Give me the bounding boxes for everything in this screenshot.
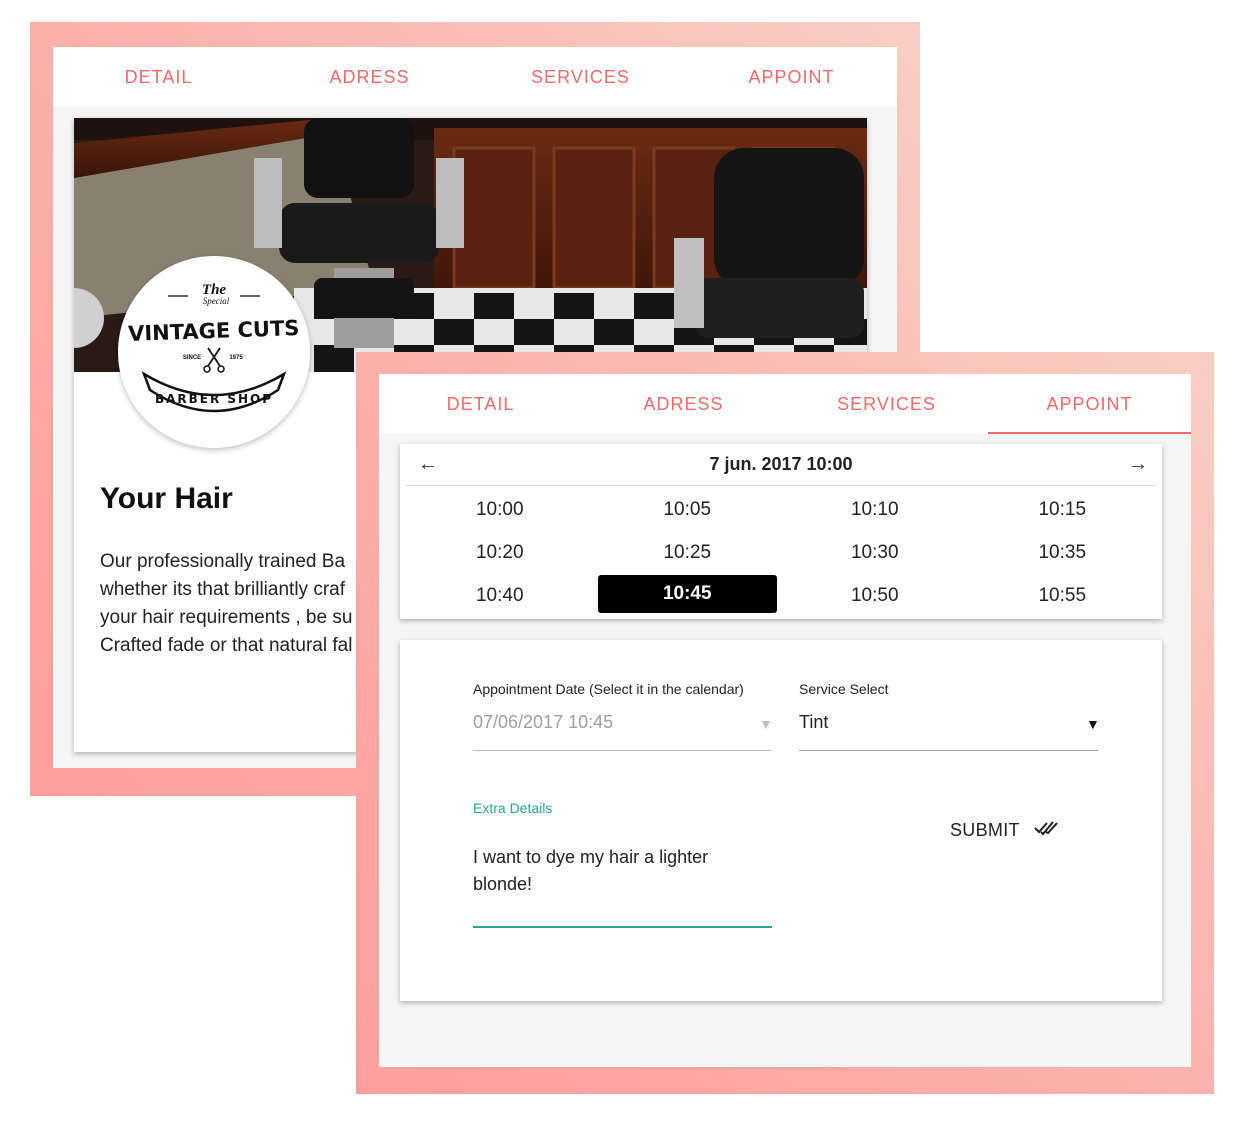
tab-detail[interactable]: DETAIL [379,374,582,434]
tab-adress[interactable]: ADRESS [264,47,475,107]
details-textarea[interactable]: I want to dye my hair a lighter blonde! [473,844,708,898]
back-tab-bar: DETAIL ADRESS SERVICES APPOINT [53,47,897,107]
details-field-label: Extra Details [473,800,553,816]
time-slot[interactable]: 10:10 [785,488,965,531]
time-slot[interactable]: 10:20 [410,531,590,574]
tab-services[interactable]: SERVICES [475,47,686,107]
details-line: I want to dye my hair a lighter [473,847,709,867]
submit-label: SUBMIT [950,820,1020,840]
section-line: Our professionally trained Ba [100,551,346,572]
arrow-right-icon[interactable]: → [1128,453,1148,476]
tab-appoint[interactable]: APPOINT [686,47,897,107]
service-select[interactable]: Tint [799,712,828,733]
time-slot[interactable]: 10:25 [598,531,778,574]
section-body: Our professionally trained Ba whether it… [100,548,400,660]
front-tab-bar: DETAIL ADRESS SERVICES APPOINT [379,374,1191,434]
time-slot[interactable]: 10:40 [410,574,590,617]
time-slot-selected[interactable]: 10:45 [597,575,777,613]
section-line: your hair requirements , be su [100,607,353,628]
tab-services[interactable]: SERVICES [785,374,988,434]
appointment-form-card: Appointment Date (Select it in the calen… [400,640,1162,1001]
time-slot-grid: 10:00 10:05 10:10 10:15 10:20 10:25 10:3… [406,488,1156,617]
submit-button[interactable]: SUBMIT [950,820,1058,841]
tab-appoint[interactable]: APPOINT [988,374,1191,434]
logo-year: 1975 [229,355,243,361]
section-line: Crafted fade or that natural fal [100,635,353,656]
logo-name: VINTAGE CUTS [128,316,300,346]
logo-since: SINCE [183,355,201,361]
vintage-cuts-logo: The Special VINTAGE CUTS SINCE 1975 BARB… [118,256,310,448]
scissors-icon [203,347,225,373]
date-caret-icon: ▼ [759,716,773,732]
time-slot[interactable]: 10:30 [785,531,965,574]
time-slot[interactable]: 10:00 [410,488,590,531]
time-slot[interactable]: 10:35 [973,531,1153,574]
calendar-header: ← 7 jun. 2017 10:00 → [406,444,1156,486]
front-screen: DETAIL ADRESS SERVICES APPOINT ← 7 jun. … [379,374,1191,1067]
section-title: Your Hair [100,482,233,515]
date-field-label: Appointment Date (Select it in the calen… [473,681,744,697]
service-select-underline [799,750,1098,751]
tab-detail[interactable]: DETAIL [53,47,264,107]
time-picker-card: ← 7 jun. 2017 10:00 → 10:00 10:05 10:10 … [400,444,1162,619]
date-field[interactable]: 07/06/2017 10:45 [473,712,613,733]
time-slot[interactable]: 10:50 [785,574,965,617]
date-field-underline [473,750,772,751]
tab-adress[interactable]: ADRESS [582,374,785,434]
details-line: blonde! [473,874,533,894]
logo-art: The Special VINTAGE CUTS SINCE 1975 BARB… [128,282,300,413]
time-slot[interactable]: 10:55 [973,574,1153,617]
chevron-down-icon[interactable]: ▼ [1086,716,1100,732]
time-slot[interactable]: 10:05 [598,488,778,531]
service-field-label: Service Select [799,681,889,697]
calendar-title: 7 jun. 2017 10:00 [709,454,853,474]
logo-subtitle: BARBER SHOP [155,392,273,406]
details-underline [473,926,772,928]
logo-special: Special [203,296,230,306]
double-check-icon [1034,820,1058,841]
time-slot[interactable]: 10:15 [973,488,1153,531]
arrow-left-icon[interactable]: ← [418,453,438,476]
section-line: whether its that brilliantly craf [100,579,345,600]
